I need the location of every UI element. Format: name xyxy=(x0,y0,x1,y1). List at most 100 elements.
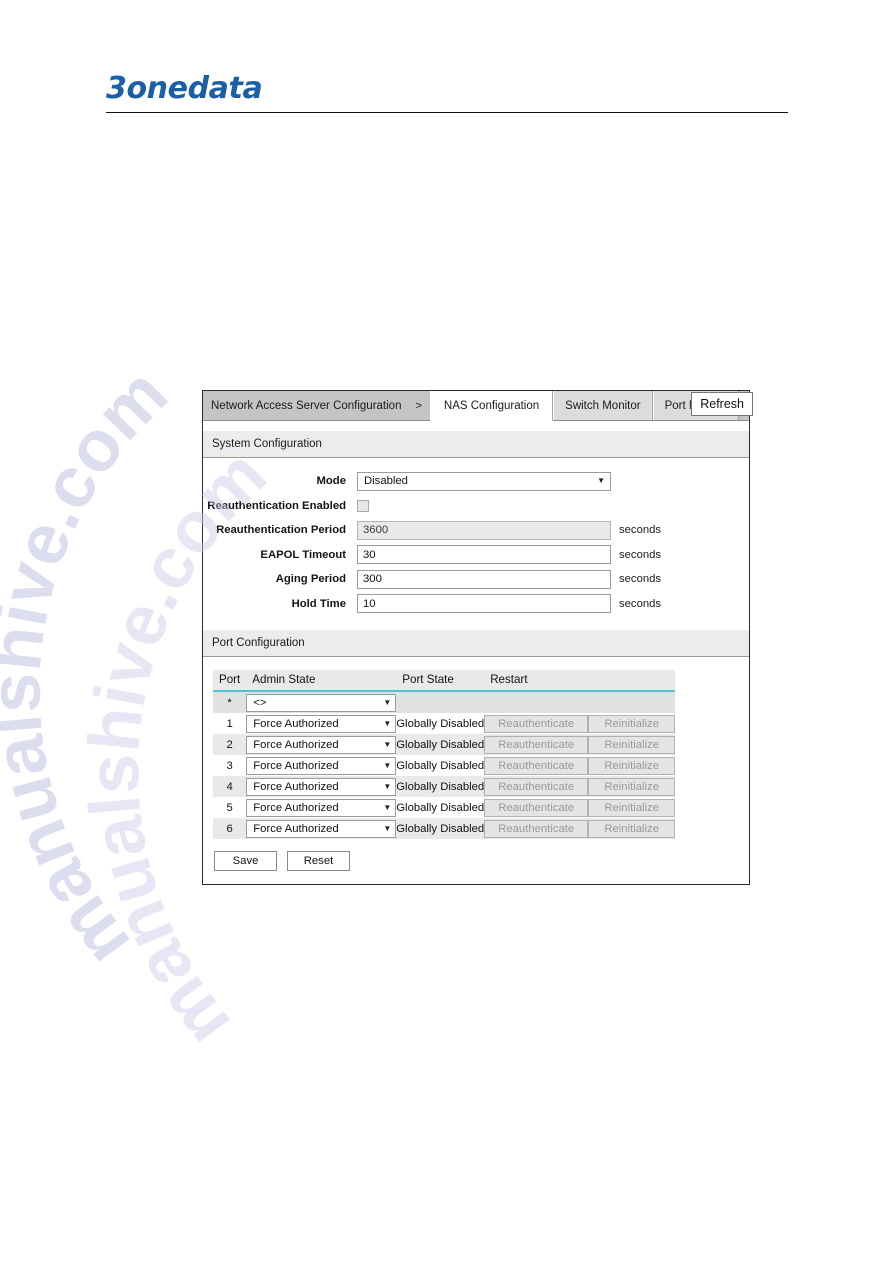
row-reauthenticate-cell: Reauthenticate xyxy=(484,713,589,734)
column-header-restart: Restart xyxy=(484,670,676,692)
table-row: 6 Force Authorized ▼ Globally Disabled R… xyxy=(213,818,676,839)
mode-select[interactable]: Disabled ▼ xyxy=(357,471,611,491)
row-port-number: 2 xyxy=(213,734,247,755)
wildcard-admin-state-cell: <> ▼ xyxy=(246,691,397,713)
chevron-down-icon: ▼ xyxy=(383,823,392,833)
eapol-timeout-input[interactable]: 30 xyxy=(357,545,611,565)
page-header: 3onedata xyxy=(106,72,788,113)
reinitialize-button-port-4[interactable]: Reinitialize xyxy=(588,777,676,796)
tab-nas-configuration[interactable]: NAS Configuration xyxy=(429,391,554,421)
chevron-down-icon: ▼ xyxy=(383,802,392,812)
system-configuration-form: Mode Disabled ▼ Reauthentication Enabled… xyxy=(203,458,749,630)
reinitialize-button-port-5[interactable]: Reinitialize xyxy=(588,798,676,817)
wildcard-admin-state-select[interactable]: <> ▼ xyxy=(246,693,397,712)
row-reinitialize-cell: Reinitialize xyxy=(588,713,676,734)
admin-state-select-port-4[interactable]: Force Authorized ▼ xyxy=(246,777,397,796)
row-port-number: 5 xyxy=(213,797,247,818)
column-header-port-state: Port State xyxy=(396,670,485,692)
row-port-state: Globally Disabled xyxy=(396,734,485,755)
admin-state-value: Force Authorized xyxy=(253,801,339,814)
admin-state-select-port-1[interactable]: Force Authorized ▼ xyxy=(246,714,397,733)
row-port-state: Globally Disabled xyxy=(396,818,485,839)
form-action-bar: Save Reset xyxy=(203,839,749,884)
refresh-button[interactable]: Refresh xyxy=(691,392,753,416)
breadcrumb-label: Network Access Server Configuration xyxy=(211,399,402,412)
row-admin-state-cell: Force Authorized ▼ xyxy=(246,713,397,734)
reinitialize-button-port-1[interactable]: Reinitialize xyxy=(588,714,676,733)
row-reinitialize-cell: Reinitialize xyxy=(588,776,676,797)
reauthenticate-button-port-4[interactable]: Reauthenticate xyxy=(484,777,589,796)
tab-nas-configuration-label: NAS Configuration xyxy=(443,399,540,412)
system-configuration-header: System Configuration xyxy=(203,431,749,458)
row-reauthenticate-cell: Reauthenticate xyxy=(484,755,589,776)
chevron-down-icon: ▼ xyxy=(383,781,392,791)
unit-hold-time: seconds xyxy=(619,597,662,610)
tab-switch-monitor[interactable]: Switch Monitor xyxy=(553,391,653,420)
form-row-aging-period: Aging Period 300 seconds xyxy=(203,567,749,592)
admin-state-select-port-3[interactable]: Force Authorized ▼ xyxy=(246,756,397,775)
tab-switch-monitor-label: Switch Monitor xyxy=(565,399,641,412)
wildcard-port-state-cell xyxy=(396,691,485,713)
label-reauthentication-period: Reauthentication Period xyxy=(216,524,346,537)
unit-eapol-timeout: seconds xyxy=(619,548,662,561)
reinitialize-button-port-2[interactable]: Reinitialize xyxy=(588,735,676,754)
admin-state-select-port-2[interactable]: Force Authorized ▼ xyxy=(246,735,397,754)
reauthenticate-button-port-6[interactable]: Reauthenticate xyxy=(484,819,589,838)
admin-state-select-port-6[interactable]: Force Authorized ▼ xyxy=(246,819,397,838)
refresh-button-label: Refresh xyxy=(700,397,744,411)
save-button[interactable]: Save xyxy=(214,851,277,871)
form-row-reauthentication-enabled: Reauthentication Enabled xyxy=(203,494,749,519)
chevron-down-icon: ▼ xyxy=(383,760,392,770)
table-row: 5 Force Authorized ▼ Globally Disabled R… xyxy=(213,797,676,818)
chevron-down-icon: ▼ xyxy=(383,718,392,728)
port-configuration-table-wrap: Port Admin State Port State Restart * <>… xyxy=(203,657,749,839)
reinitialize-button-port-3[interactable]: Reinitialize xyxy=(588,756,676,775)
chevron-down-icon: ▼ xyxy=(383,739,392,749)
row-port-state: Globally Disabled xyxy=(396,713,485,734)
header-divider xyxy=(106,112,788,113)
reauthenticate-button-port-3[interactable]: Reauthenticate xyxy=(484,756,589,775)
row-port-number: 1 xyxy=(213,713,247,734)
row-admin-state-cell: Force Authorized ▼ xyxy=(246,734,397,755)
reauthenticate-button-port-1[interactable]: Reauthenticate xyxy=(484,714,589,733)
row-admin-state-cell: Force Authorized ▼ xyxy=(246,755,397,776)
row-reinitialize-cell: Reinitialize xyxy=(588,818,676,839)
row-admin-state-cell: Force Authorized ▼ xyxy=(246,776,397,797)
row-reinitialize-cell: Reinitialize xyxy=(588,797,676,818)
table-row: 3 Force Authorized ▼ Globally Disabled R… xyxy=(213,755,676,776)
form-row-eapol-timeout: EAPOL Timeout 30 seconds xyxy=(203,543,749,568)
label-eapol-timeout: EAPOL Timeout xyxy=(260,548,346,561)
column-header-port: Port xyxy=(213,670,247,692)
reinitialize-button-port-6[interactable]: Reinitialize xyxy=(588,819,676,838)
reauthentication-period-input[interactable]: 3600 xyxy=(357,520,611,540)
row-port-number: 4 xyxy=(213,776,247,797)
admin-state-value: Force Authorized xyxy=(253,717,339,730)
form-row-mode: Mode Disabled ▼ xyxy=(203,469,749,494)
label-reauthentication-enabled: Reauthentication Enabled xyxy=(207,499,346,512)
table-row: 1 Force Authorized ▼ Globally Disabled R… xyxy=(213,713,676,734)
hold-time-input[interactable]: 10 xyxy=(357,594,611,614)
row-port-state: Globally Disabled xyxy=(396,755,485,776)
admin-state-value: Force Authorized xyxy=(253,780,339,793)
reauthentication-enabled-checkbox[interactable] xyxy=(357,499,369,512)
reset-button[interactable]: Reset xyxy=(287,851,350,871)
reauthenticate-button-port-5[interactable]: Reauthenticate xyxy=(484,798,589,817)
admin-state-value: Force Authorized xyxy=(253,822,339,835)
row-admin-state-cell: Force Authorized ▼ xyxy=(246,797,397,818)
admin-state-value: Force Authorized xyxy=(253,759,339,772)
row-reinitialize-cell: Reinitialize xyxy=(588,734,676,755)
port-configuration-table: Port Admin State Port State Restart * <>… xyxy=(213,670,676,839)
reauthenticate-button-port-2[interactable]: Reauthenticate xyxy=(484,735,589,754)
aging-period-input[interactable]: 300 xyxy=(357,569,611,589)
port-configuration-title: Port Configuration xyxy=(212,637,305,649)
brand-logo: 3onedata xyxy=(106,71,263,106)
nas-configuration-panel: Network Access Server Configuration > NA… xyxy=(202,390,753,885)
table-row: 4 Force Authorized ▼ Globally Disabled R… xyxy=(213,776,676,797)
port-configuration-table-body: * <> ▼ 1 Force Authorized ▼ Globally Dis… xyxy=(213,691,676,839)
section-spacer-top xyxy=(203,421,749,431)
admin-state-select-port-5[interactable]: Force Authorized ▼ xyxy=(246,798,397,817)
breadcrumb-arrow-icon: > xyxy=(415,399,422,412)
breadcrumb: Network Access Server Configuration > xyxy=(203,391,430,420)
row-port-state: Globally Disabled xyxy=(396,797,485,818)
unit-reauthentication-period: seconds xyxy=(619,524,662,537)
